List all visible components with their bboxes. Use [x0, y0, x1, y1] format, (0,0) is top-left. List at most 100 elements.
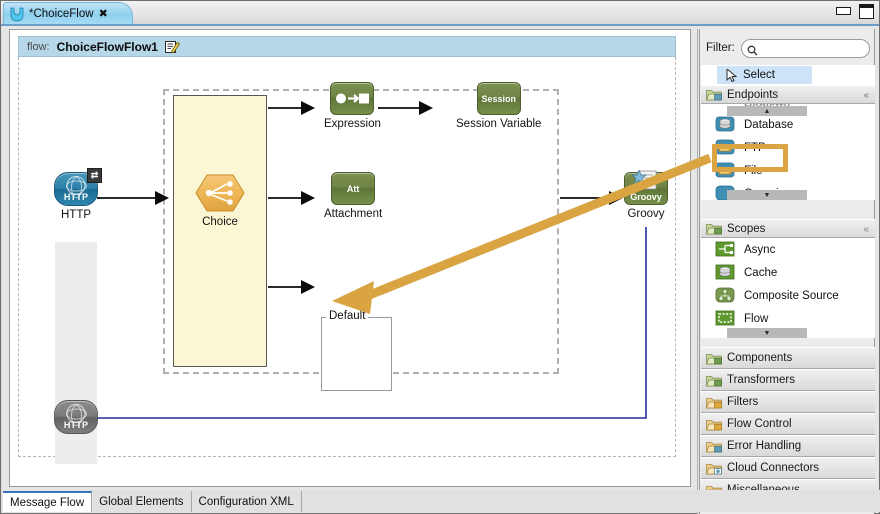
cache-icon: [715, 264, 737, 281]
folder-icon-flow-control: [706, 418, 722, 431]
close-icon[interactable]: ✖: [99, 9, 108, 20]
title-bar: *ChoiceFlow ✖: [1, 1, 879, 25]
groovy-icon: Groovy: [624, 172, 668, 205]
palette-item-composite-source[interactable]: Composite Source: [701, 284, 875, 307]
scroll-down-caret-icon: ▼: [764, 192, 771, 199]
node-attachment[interactable]: Att Attachment: [324, 172, 382, 220]
drawer-header-flow-control[interactable]: Flow Control: [701, 413, 875, 435]
drawer-header-filters[interactable]: Filters: [701, 391, 875, 413]
database-icon: [715, 116, 737, 133]
pin-drawer-icon[interactable]: «: [863, 90, 869, 101]
bottom-tab-bar: Message Flow Global Elements Configurati…: [3, 490, 880, 512]
request-response-badge-icon: ⇄: [87, 168, 102, 183]
node-http-inbound-label: HTTP: [54, 209, 98, 221]
flow-name: ChoiceFlowFlow1: [57, 40, 158, 54]
node-http-inbound-glyph: HTTP: [55, 192, 97, 202]
drawer-header-components[interactable]: Components: [701, 347, 875, 369]
minimize-button[interactable]: [835, 4, 850, 17]
select-tool-button[interactable]: Select: [717, 66, 812, 84]
message-flow-canvas[interactable]: flow: ChoiceFlowFlow1: [9, 29, 691, 487]
drawer-scopes: Scopes «: [701, 219, 875, 338]
palette-item-database-label: Database: [744, 119, 793, 131]
drawer-label-transformers: Transformers: [727, 374, 795, 386]
drawer-header-cloud-connectors[interactable]: Cloud Connectors: [701, 457, 875, 479]
flow-title-bar[interactable]: flow: ChoiceFlowFlow1: [18, 36, 676, 57]
window-frame: *ChoiceFlow ✖ flow: ChoiceFlowFlow1: [0, 0, 880, 514]
folder-icon-transformers: [706, 374, 722, 387]
folder-icon-scopes: [706, 222, 722, 235]
drawer-header-endpoints[interactable]: Endpoints «: [701, 85, 875, 104]
node-http-outbound[interactable]: HTTP: [54, 400, 98, 434]
tab-configuration-xml[interactable]: Configuration XML: [192, 491, 302, 512]
scroll-down-indicator-scopes[interactable]: ▼: [727, 328, 807, 338]
node-choice[interactable]: Choice: [195, 173, 245, 228]
search-input[interactable]: [761, 42, 869, 54]
palette-item-file[interactable]: File: [701, 159, 875, 182]
collapsed-drawers: Components Transformers Fi: [701, 347, 875, 501]
folder-icon: [706, 88, 722, 101]
editor-body: flow: ChoiceFlowFlow1: [2, 26, 879, 513]
search-input-wrapper[interactable]: [741, 39, 870, 58]
session-variable-icon: Session: [477, 82, 521, 115]
palette-panel: Filter:: [697, 29, 875, 514]
node-session-variable[interactable]: Session Session Variable: [456, 82, 541, 130]
palette-item-database[interactable]: Database: [701, 113, 875, 136]
cursor-arrow-icon: [726, 69, 738, 82]
default-route-region[interactable]: Default: [321, 317, 392, 391]
tab-message-flow[interactable]: Message Flow: [3, 491, 92, 512]
drawer-label-error-handling: Error Handling: [727, 440, 801, 452]
filter-label: Filter:: [706, 42, 735, 54]
default-route-label: Default: [326, 310, 368, 322]
drawer-body-scopes[interactable]: Async: [701, 238, 875, 338]
drawer-body-endpoints[interactable]: Registry ▲: [701, 104, 875, 200]
edit-pencil-icon[interactable]: [165, 40, 180, 54]
node-groovy[interactable]: Groovy Groovy: [624, 172, 668, 220]
editor-tab-choiceflow[interactable]: *ChoiceFlow ✖: [3, 2, 133, 25]
drawer-header-error-handling[interactable]: Error Handling: [701, 435, 875, 457]
attachment-icon: Att: [331, 172, 375, 205]
palette-item-cache-label: Cache: [744, 267, 777, 279]
scroll-down-caret-icon-scopes: ▼: [764, 330, 771, 337]
palette-filter-row: Filter:: [700, 35, 876, 61]
folder-icon-error-handling: [706, 440, 722, 453]
palette-item-ftp-label: FTP: [744, 142, 766, 154]
maximize-button[interactable]: [858, 4, 873, 17]
http-globe-icon: HTTP ⇄: [54, 172, 98, 206]
choice-hexagon-icon: [195, 173, 245, 213]
flow-canvas-area[interactable]: HTTP ⇄ HTTP: [18, 57, 676, 457]
palette-item-cache[interactable]: Cache: [701, 261, 875, 284]
node-session-variable-label: Session Variable: [456, 118, 541, 130]
pin-drawer-icon-scopes[interactable]: «: [863, 224, 869, 235]
node-expression-label: Expression: [324, 118, 381, 130]
drawer-label-scopes: Scopes: [727, 223, 765, 235]
http-globe-gray-icon: HTTP: [54, 400, 98, 434]
scroll-up-caret-icon: ▲: [764, 108, 771, 115]
palette-item-composite-source-label: Composite Source: [744, 290, 839, 302]
node-http-outbound-glyph: HTTP: [55, 420, 97, 430]
session-variable-glyph: Session: [481, 94, 516, 104]
flow-scope-icon: [715, 310, 737, 327]
palette-item-flow-label: Flow: [744, 313, 768, 325]
folder-blue-icon: [715, 139, 737, 156]
node-expression[interactable]: Expression: [324, 82, 381, 130]
mule-icon: [9, 7, 25, 22]
palette-item-file-label: File: [744, 165, 763, 177]
attachment-glyph: Att: [347, 184, 360, 194]
node-choice-label: Choice: [195, 216, 245, 228]
drawer-header-transformers[interactable]: Transformers: [701, 369, 875, 391]
flow-label: flow:: [27, 41, 50, 53]
palette-item-async-label: Async: [744, 244, 775, 256]
folder-blue-icon-file: [715, 162, 737, 179]
node-attachment-label: Attachment: [324, 208, 382, 220]
window-controls: [835, 4, 873, 17]
node-http-inbound[interactable]: HTTP ⇄ HTTP: [54, 172, 98, 221]
tab-global-elements[interactable]: Global Elements: [92, 491, 191, 512]
scroll-up-indicator[interactable]: ▲: [727, 106, 807, 116]
drawer-label-components: Components: [727, 352, 792, 364]
palette-item-async[interactable]: Async: [701, 238, 875, 261]
palette-item-ftp[interactable]: FTP: [701, 136, 875, 159]
folder-icon-components: [706, 352, 722, 365]
palette-item-flow[interactable]: Flow: [701, 307, 875, 330]
scroll-down-indicator-endpoints[interactable]: ▼: [727, 190, 807, 200]
drawer-header-scopes[interactable]: Scopes «: [701, 219, 875, 238]
